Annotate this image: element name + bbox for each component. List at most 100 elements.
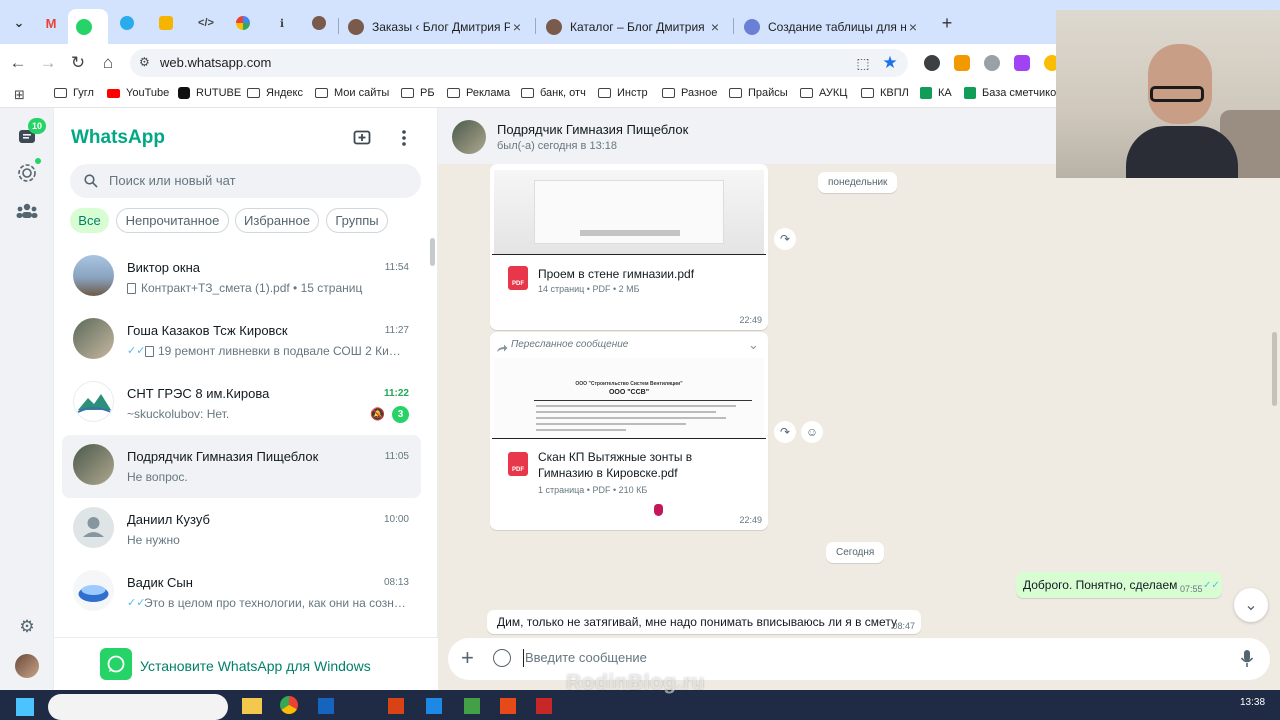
search-input[interactable]: Поиск или новый чат [70, 164, 421, 198]
chat-row-vadik[interactable]: Вадик Сын 08:13 ✓✓ Это в целом про технол… [62, 561, 421, 624]
telegram-tab-icon[interactable] [114, 10, 140, 36]
attach-plus-icon[interactable]: + [461, 645, 474, 671]
forward-icon[interactable]: → [37, 52, 59, 74]
chrome-taskbar-icon[interactable] [280, 696, 298, 714]
whatsapp-app: 10 ⚙ WhatsApp Поиск или новый чат Все Не… [0, 108, 1280, 690]
emoji-react-icon[interactable]: ☺ [801, 421, 823, 443]
chat-list-scrollbar[interactable] [430, 238, 435, 266]
close-tab-icon[interactable]: × [906, 19, 920, 35]
bookmark-prices[interactable]: Прайсы [729, 87, 788, 99]
forward-icon[interactable]: ↷ [774, 421, 796, 443]
bookmark-ka[interactable]: КА [920, 87, 952, 99]
sticker-emoji-icon[interactable] [493, 649, 511, 667]
chat-row-gymnasium-contractor[interactable]: Подрядчик Гимназия Пищеблок 11:05 Не воп… [62, 435, 421, 498]
bookmark-kvpl[interactable]: КВПЛ [861, 87, 909, 99]
gmail-tab-icon[interactable]: M [38, 10, 64, 36]
bookmark-star-icon[interactable]: ★ [879, 52, 901, 74]
bookmark-ads[interactable]: Реклама [447, 87, 510, 99]
profile-avatar[interactable] [15, 654, 39, 678]
install-banner[interactable]: Установите WhatsApp для Windows [54, 637, 438, 690]
video-watermark: RodinBlog.ru [566, 671, 705, 694]
app-taskbar-icon[interactable] [388, 698, 404, 714]
unread-chats-badge: 10 [28, 118, 46, 134]
bookmark-tools[interactable]: Инстр [598, 87, 648, 99]
site-settings-icon[interactable]: ⚙ [139, 55, 150, 69]
start-windows-icon[interactable] [16, 698, 34, 716]
purple-extension-icon[interactable] [1014, 55, 1030, 71]
communities-icon[interactable] [15, 199, 39, 223]
app-taskbar-icon[interactable] [500, 698, 516, 714]
app-taskbar-icon[interactable] [318, 698, 334, 714]
file-explorer-icon[interactable] [242, 698, 262, 714]
chat-row-snt-gres[interactable]: СНТ ГРЭС 8 им.Кирова 11:22 ~skuckolubov:… [62, 372, 421, 435]
bookmark-label: Реклама [466, 87, 511, 99]
bookmark-bank[interactable]: банк, отч [521, 87, 586, 99]
profile-tab-icon[interactable] [306, 10, 332, 36]
filter-all[interactable]: Все [70, 208, 109, 233]
home-icon[interactable]: ⌂ [97, 52, 119, 74]
folder-icon [447, 88, 460, 98]
bookmark-yandex[interactable]: Яндекс [247, 87, 303, 99]
tab-orders[interactable]: Заказы ‹ Блог Дмитрия Родин × [340, 9, 532, 44]
bookmark-google[interactable]: Гугл [54, 87, 94, 99]
bookmark-estimators-db[interactable]: База сметчиков [964, 87, 1062, 99]
document-name-line1: Скан КП Вытяжные зонты в [538, 450, 693, 464]
app-taskbar-icon[interactable] [536, 698, 552, 714]
folder-icon [401, 88, 414, 98]
back-icon[interactable]: ← [7, 52, 29, 74]
mouse-cursor-icon [654, 504, 663, 516]
bookmark-rutube[interactable]: RUTUBE [178, 87, 241, 99]
tab-catalog[interactable]: Каталог – Блог Дмитрия Роди × [538, 9, 730, 44]
taskbar-search-box[interactable] [48, 694, 228, 720]
bookmark-my-sites[interactable]: Мои сайты [315, 87, 389, 99]
new-chat-icon[interactable] [352, 128, 372, 148]
close-tab-icon[interactable]: × [510, 19, 524, 35]
forwarded-document-message[interactable]: Пересланное сообщение ⌄ ООО "Строительст… [490, 332, 768, 530]
scroll-to-bottom-button[interactable]: ⌄ [1234, 588, 1268, 622]
excel-taskbar-icon[interactable] [464, 698, 480, 714]
apps-grid-icon[interactable]: ⊞ [14, 87, 25, 103]
chat-row-gosha[interactable]: Гоша Казаков Тсж Кировск 11:27 ✓✓ 19 ремо… [62, 309, 421, 372]
filter-favorites[interactable]: Избранное [235, 208, 319, 233]
conversation-scrollbar[interactable] [1272, 332, 1277, 406]
rss-extension-icon[interactable] [954, 55, 970, 71]
tab-search-icon[interactable]: ⌄ [6, 10, 32, 36]
bookmark-youtube[interactable]: YouTube [107, 87, 169, 99]
info-tab-icon[interactable]: ℹ [269, 10, 295, 36]
filter-unread[interactable]: Непрочитанное [116, 208, 229, 233]
unread-count-badge: 3 [392, 406, 409, 423]
status-icon[interactable] [15, 161, 39, 185]
adblock-extension-icon[interactable] [984, 55, 1000, 71]
close-tab-icon[interactable]: × [708, 19, 722, 35]
chevron-down-icon[interactable]: ⌄ [748, 337, 759, 353]
code-tab-icon[interactable]: </> [193, 10, 219, 36]
bookmark-auctions[interactable]: АУКЦ [800, 87, 847, 99]
bookmark-misc[interactable]: Разное [662, 87, 717, 99]
contact-avatar[interactable] [452, 120, 486, 154]
chat-row-viktor[interactable]: Виктор окна 11:54 Контракт+ТЗ_смета (1).… [62, 246, 421, 309]
microphone-icon[interactable] [1240, 649, 1254, 669]
bookmark-rb[interactable]: РБ [401, 87, 435, 99]
forward-icon[interactable]: ↷ [774, 228, 796, 250]
yellow-tab-icon[interactable] [153, 10, 179, 36]
extension-icon[interactable] [924, 55, 940, 71]
incoming-document-message[interactable]: PDF Проем в стене гимназии.pdf 14 страни… [490, 164, 768, 330]
word-taskbar-icon[interactable] [426, 698, 442, 714]
message-input[interactable]: Введите сообщение [525, 650, 647, 665]
folder-icon [662, 88, 675, 98]
outgoing-text-message[interactable]: Доброго. Понятно, сделаем 07:55 ✓✓ [1016, 572, 1222, 598]
reload-icon[interactable]: ↻ [67, 52, 89, 74]
whatsapp-tab[interactable] [68, 9, 108, 44]
menu-kebab-icon[interactable] [394, 128, 414, 148]
colored-tab-icon[interactable] [230, 10, 256, 36]
tab-table-creation[interactable]: Создание таблицы для наклад × [736, 9, 928, 44]
new-tab-button[interactable]: + [934, 10, 960, 36]
address-bar[interactable]: ⚙ web.whatsapp.com [130, 49, 908, 77]
filter-groups[interactable]: Группы [326, 208, 388, 233]
chat-row-daniil[interactable]: Даниил Кузуб 10:00 Не нужно [62, 498, 421, 561]
install-label: Установите WhatsApp для Windows [140, 658, 371, 674]
incoming-text-message[interactable]: Дим, только не затягивай, мне надо поним… [487, 610, 921, 634]
install-app-icon[interactable]: ⬚ [852, 52, 874, 74]
settings-gear-icon[interactable]: ⚙ [15, 615, 39, 639]
chat-favicon-icon [744, 18, 760, 35]
